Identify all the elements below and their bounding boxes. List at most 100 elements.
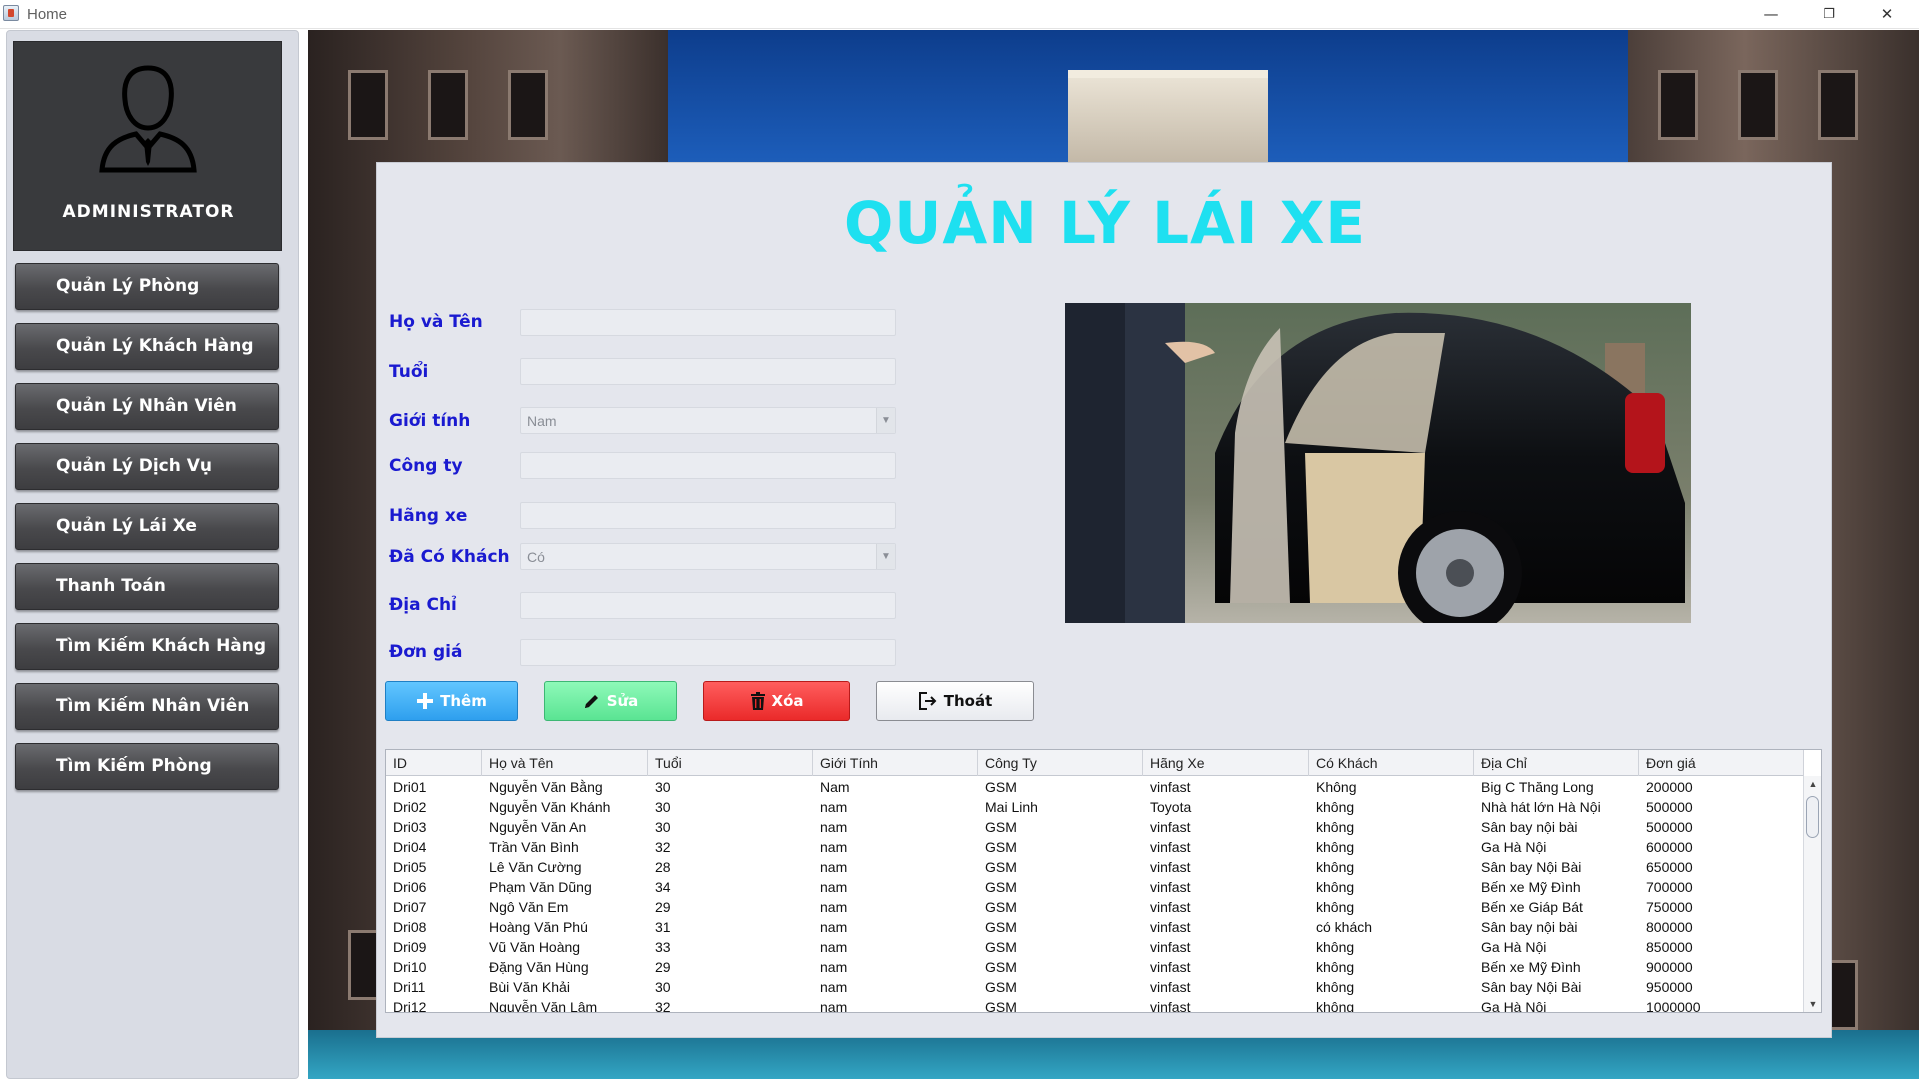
admin-label: ADMINISTRATOR: [62, 202, 235, 222]
cell-car-brand: vinfast: [1150, 919, 1191, 935]
exit-button[interactable]: Thoát: [876, 681, 1034, 721]
column-header-gender[interactable]: Giới Tính: [813, 750, 978, 776]
cell-has-customer: Không: [1316, 779, 1357, 795]
column-header-age[interactable]: Tuổi: [648, 750, 813, 776]
cell-id: Dri10: [393, 959, 427, 975]
scroll-down-arrow-icon[interactable]: ▼: [1804, 996, 1821, 1012]
cell-has-customer: không: [1316, 839, 1355, 855]
java-app-icon: [3, 5, 19, 21]
has-customer-select[interactable]: Có ▼: [520, 543, 896, 570]
column-header-company[interactable]: Công Ty: [978, 750, 1143, 776]
cell-has-customer: không: [1316, 819, 1355, 835]
cell-company: GSM: [985, 779, 1017, 795]
cell-address: Ga Hà Nội: [1481, 999, 1547, 1013]
cell-id: Dri02: [393, 799, 427, 815]
table-row[interactable]: Dri08 Hoàng Văn Phú 31 nam GSM vinfast c…: [386, 917, 1804, 937]
has-customer-select-value: Có: [527, 549, 545, 565]
scroll-up-arrow-icon[interactable]: ▲: [1804, 776, 1821, 792]
table-row[interactable]: Dri09 Vũ Văn Hoàng 33 nam GSM vinfast kh…: [386, 937, 1804, 957]
cell-has-customer: không: [1316, 799, 1355, 815]
table-row[interactable]: Dri12 Nguyễn Văn Lâm 32 nam GSM vinfast …: [386, 997, 1804, 1013]
cell-address: Sân bay Nội Bài: [1481, 979, 1582, 995]
age-field[interactable]: [520, 358, 896, 385]
table-row[interactable]: Dri06 Phạm Văn Dũng 34 nam GSM vinfast k…: [386, 877, 1804, 897]
nav-room-management[interactable]: Quản Lý Phòng: [15, 263, 279, 310]
user-avatar-icon: [99, 65, 197, 173]
cell-company: GSM: [985, 999, 1017, 1013]
name-label: Họ và Tên: [389, 312, 483, 332]
age-label: Tuổi: [389, 362, 429, 382]
table-row[interactable]: Dri10 Đặng Văn Hùng 29 nam GSM vinfast k…: [386, 957, 1804, 977]
nav-payment[interactable]: Thanh Toán: [15, 563, 279, 610]
close-window-button[interactable]: ✕: [1865, 0, 1909, 29]
nav-search-staff[interactable]: Tìm Kiếm Nhân Viên: [15, 683, 279, 730]
maximize-button[interactable]: ❐: [1807, 0, 1851, 29]
window-title-bar: Home — ❐ ✕: [0, 0, 1919, 29]
cell-price: 650000: [1646, 859, 1693, 875]
nav-driver-management[interactable]: Quản Lý Lái Xe: [15, 503, 279, 550]
add-button[interactable]: Thêm: [385, 681, 518, 721]
cell-name: Ngô Văn Em: [489, 899, 569, 915]
cell-car-brand: vinfast: [1150, 839, 1191, 855]
table-row[interactable]: Dri01 Nguyễn Văn Bằng 30 Nam GSM vinfast…: [386, 777, 1804, 797]
cell-id: Dri05: [393, 859, 427, 875]
column-header-name[interactable]: Họ và Tên: [482, 750, 648, 776]
price-label: Đơn giá: [389, 642, 463, 662]
nav-search-customer[interactable]: Tìm Kiếm Khách Hàng: [15, 623, 279, 670]
chevron-down-icon[interactable]: ▼: [876, 544, 895, 569]
cell-price: 600000: [1646, 839, 1693, 855]
column-header-address[interactable]: Địa Chỉ: [1474, 750, 1639, 776]
cell-car-brand: vinfast: [1150, 939, 1191, 955]
admin-card: ADMINISTRATOR: [13, 41, 282, 251]
trash-icon: [750, 692, 765, 710]
cell-age: 29: [655, 959, 671, 975]
table-row[interactable]: Dri11 Bùi Văn Khải 30 nam GSM vinfast kh…: [386, 977, 1804, 997]
minimize-button[interactable]: —: [1749, 0, 1793, 29]
cell-age: 33: [655, 939, 671, 955]
cell-name: Nguyễn Văn Bằng: [489, 779, 603, 795]
car-brand-field[interactable]: [520, 502, 896, 529]
table-row[interactable]: Dri05 Lê Văn Cường 28 nam GSM vinfast kh…: [386, 857, 1804, 877]
table-row[interactable]: Dri04 Trần Văn Bình 32 nam GSM vinfast k…: [386, 837, 1804, 857]
edit-button[interactable]: Sửa: [544, 681, 677, 721]
chauffeur-car-photo: [1065, 303, 1691, 623]
cell-id: Dri06: [393, 879, 427, 895]
cell-company: GSM: [985, 879, 1017, 895]
drivers-table[interactable]: ID Họ và Tên Tuổi Giới Tính Công Ty Hãng…: [385, 749, 1822, 1013]
table-row[interactable]: Dri03 Nguyễn Văn An 30 nam GSM vinfast k…: [386, 817, 1804, 837]
name-field[interactable]: [520, 309, 896, 336]
nav-search-room[interactable]: Tìm Kiếm Phòng: [15, 743, 279, 790]
price-field[interactable]: [520, 639, 896, 666]
address-field[interactable]: [520, 592, 896, 619]
cell-id: Dri12: [393, 999, 427, 1013]
cell-id: Dri03: [393, 819, 427, 835]
cell-age: 32: [655, 999, 671, 1013]
table-row[interactable]: Dri02 Nguyễn Văn Khánh 30 nam Mai Linh T…: [386, 797, 1804, 817]
column-header-price[interactable]: Đơn giá: [1639, 750, 1804, 776]
cell-gender: nam: [820, 999, 848, 1013]
table-row[interactable]: Dri07 Ngô Văn Em 29 nam GSM vinfast khôn…: [386, 897, 1804, 917]
cell-company: GSM: [985, 919, 1017, 935]
cell-id: Dri11: [393, 979, 426, 995]
chevron-down-icon[interactable]: ▼: [876, 408, 895, 433]
cell-gender: nam: [820, 979, 848, 995]
cell-gender: nam: [820, 899, 848, 915]
cell-car-brand: vinfast: [1150, 779, 1191, 795]
delete-button-label: Xóa: [771, 692, 804, 710]
column-header-car-brand[interactable]: Hãng Xe: [1143, 750, 1309, 776]
cell-company: GSM: [985, 819, 1017, 835]
nav-staff-management[interactable]: Quản Lý Nhân Viên: [15, 383, 279, 430]
cell-gender: nam: [820, 919, 848, 935]
nav-customer-management[interactable]: Quản Lý Khách Hàng: [15, 323, 279, 370]
driver-management-panel: QUẢN LÝ LÁI XE Họ và Tên Tuổi Giới tính …: [376, 162, 1832, 1038]
column-header-id[interactable]: ID: [386, 750, 482, 776]
delete-button[interactable]: Xóa: [703, 681, 850, 721]
table-vertical-scrollbar[interactable]: ▲ ▼: [1803, 776, 1821, 1012]
cell-company: GSM: [985, 839, 1017, 855]
scrollbar-thumb[interactable]: [1806, 796, 1819, 838]
company-field[interactable]: [520, 452, 896, 479]
cell-company: GSM: [985, 859, 1017, 875]
gender-select[interactable]: Nam ▼: [520, 407, 896, 434]
column-header-has-customer[interactable]: Có Khách: [1309, 750, 1474, 776]
nav-service-management[interactable]: Quản Lý Dịch Vụ: [15, 443, 279, 490]
